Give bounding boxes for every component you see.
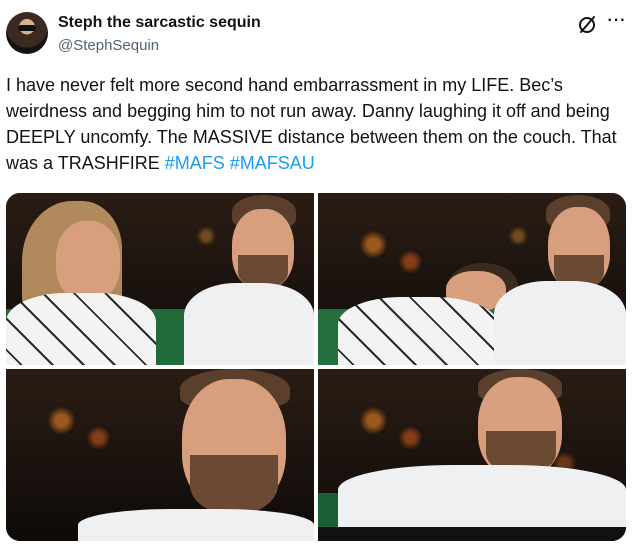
media-photo-1[interactable] [6, 193, 314, 365]
more-icon[interactable]: ··· [606, 13, 628, 36]
grok-icon[interactable] [576, 14, 598, 36]
tweet-text: I have never felt more second hand embar… [6, 72, 624, 176]
tweet-card[interactable]: Steph the sarcastic sequin @StephSequin … [0, 0, 634, 551]
media-photo-4[interactable] [318, 369, 626, 541]
display-name[interactable]: Steph the sarcastic sequin [58, 14, 261, 32]
media-grid[interactable] [6, 193, 626, 541]
media-photo-2[interactable] [318, 193, 626, 365]
avatar[interactable] [6, 12, 48, 54]
user-handle[interactable]: @StephSequin [58, 37, 159, 54]
hashtag-mafs[interactable]: #MAFS [165, 153, 225, 173]
media-photo-3[interactable] [6, 369, 314, 541]
hashtag-mafsau[interactable]: #MAFSAU [230, 153, 315, 173]
